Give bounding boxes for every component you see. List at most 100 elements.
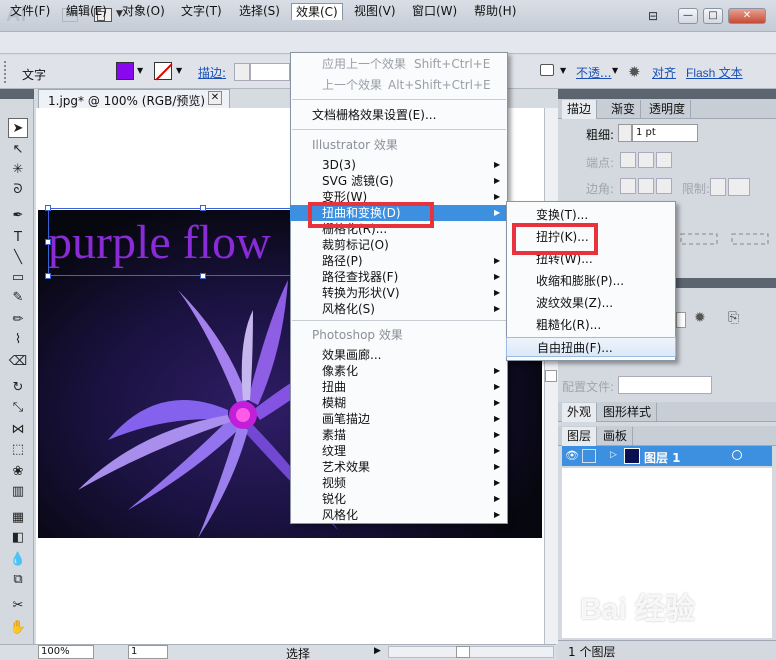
scrollbar-thumb[interactable]	[456, 646, 470, 658]
artboard-number-input[interactable]: 1	[128, 645, 168, 659]
pen-tool-icon[interactable]: ✒	[8, 206, 28, 226]
submenu-item-transform[interactable]: 变换(T)...	[506, 205, 676, 225]
menu-item-stylize-ps[interactable]: 风格化 ▶	[290, 507, 508, 523]
menu-item-apply-last-effect[interactable]: 应用上一个效果 Shift+Ctrl+E	[290, 56, 508, 72]
flash-text-link[interactable]: Flash 文本	[686, 64, 743, 81]
menu-item-sketch[interactable]: 素描 ▶	[290, 427, 508, 443]
magic-wand-tool-icon[interactable]: ✳	[8, 160, 28, 180]
menu-edit[interactable]: 编辑(E)	[62, 3, 111, 20]
gradient-tool-icon[interactable]: ◧	[8, 528, 28, 548]
submenu-item-roughen[interactable]: 粗糙化(R)...	[506, 315, 676, 335]
tab-layers[interactable]: 图层	[562, 427, 598, 446]
stroke-weight-stepper[interactable]	[234, 63, 250, 81]
type-tool-icon[interactable]: T	[8, 228, 28, 248]
resize-handle[interactable]	[45, 205, 51, 211]
horizontal-scrollbar[interactable]	[388, 646, 554, 658]
menu-select[interactable]: 选择(S)	[235, 3, 284, 20]
menu-item-texture[interactable]: 纹理 ▶	[290, 443, 508, 459]
new-item-icon[interactable]: ⎘	[728, 310, 739, 326]
minimize-button[interactable]: —	[678, 8, 698, 24]
chevron-down-icon[interactable]: ▼	[137, 66, 143, 75]
paintbrush-tool-icon[interactable]: ✎	[8, 288, 28, 308]
tab-gradient[interactable]: 渐变	[606, 100, 642, 119]
menu-item-3d[interactable]: 3D(3) ▶	[290, 157, 508, 173]
menu-item-crop-marks[interactable]: 裁剪标记(O)	[290, 237, 508, 253]
menu-item-sharpen[interactable]: 锐化 ▶	[290, 491, 508, 507]
scrollbar-thumb[interactable]	[545, 370, 557, 382]
pencil-tool-icon[interactable]: ✏	[8, 310, 28, 330]
submenu-item-free-distort[interactable]: 自由扭曲(F)...	[506, 337, 676, 357]
tab-stroke[interactable]: 描边	[562, 100, 598, 119]
width-tool-icon[interactable]: ⋈	[8, 420, 28, 440]
stroke-weight-input[interactable]	[250, 63, 290, 81]
menu-item-svg-filters[interactable]: SVG 滤镜(G) ▶	[290, 173, 508, 189]
layer-name[interactable]: 图层 1	[644, 449, 681, 466]
round-join-button[interactable]	[638, 178, 654, 194]
resize-handle[interactable]	[200, 273, 206, 279]
limit-input[interactable]	[728, 178, 750, 196]
weight-stepper[interactable]	[618, 124, 632, 142]
tools-panel-header[interactable]	[0, 89, 34, 99]
menu-item-artistic[interactable]: 艺术效果 ▶	[290, 459, 508, 475]
chevron-down-icon[interactable]: ▼	[560, 66, 566, 75]
gear-icon[interactable]: ✹	[628, 63, 641, 81]
menu-item-raster-settings[interactable]: 文档栅格效果设置(E)...	[290, 107, 508, 123]
stroke-link[interactable]: 描边:	[198, 64, 226, 81]
resize-handle[interactable]	[200, 205, 206, 211]
miter-join-button[interactable]	[620, 178, 636, 194]
close-icon[interactable]: ✕	[208, 91, 222, 105]
menu-item-video[interactable]: 视频 ▶	[290, 475, 508, 491]
menu-view[interactable]: 视图(V)	[350, 3, 400, 20]
maximize-button[interactable]: □	[703, 8, 723, 24]
resize-handle[interactable]	[45, 273, 51, 279]
eraser-tool-icon[interactable]: ⌫	[8, 352, 28, 372]
tab-graphic-styles[interactable]: 图形样式	[598, 403, 658, 422]
menu-file[interactable]: 文件(F)	[6, 3, 54, 20]
slice-tool-icon[interactable]: ✂	[8, 596, 28, 616]
menu-item-stylize[interactable]: 风格化(S) ▶	[290, 301, 508, 317]
menu-item-pathfinder[interactable]: 路径查找器(F) ▶	[290, 269, 508, 285]
line-tool-icon[interactable]: ╲	[8, 248, 28, 268]
menu-help[interactable]: 帮助(H)	[470, 3, 520, 20]
tab-artboards[interactable]: 画板	[598, 427, 634, 446]
menu-item-path[interactable]: 路径(P) ▶	[290, 253, 508, 269]
scale-tool-icon[interactable]: ⤡	[8, 398, 28, 418]
menu-object[interactable]: 对象(O)	[118, 3, 169, 20]
rectangle-tool-icon[interactable]: ▭	[8, 268, 28, 288]
close-button[interactable]: ✕	[728, 8, 766, 24]
fill-color-swatch[interactable]	[116, 62, 134, 80]
direct-selection-tool-icon[interactable]: ↖	[8, 140, 28, 160]
free-transform-tool-icon[interactable]: ⬚	[8, 440, 28, 460]
submenu-item-pucker-bloat[interactable]: 收缩和膨胀(P)...	[506, 271, 676, 291]
resize-handle[interactable]	[45, 239, 51, 245]
hand-tool-icon[interactable]: ✋	[8, 618, 28, 638]
chevron-right-icon[interactable]: ▷	[610, 450, 617, 460]
profile-select[interactable]	[618, 376, 712, 394]
eye-icon[interactable]: 👁	[565, 449, 579, 462]
menu-window[interactable]: 窗口(W)	[408, 3, 461, 20]
menu-item-last-effect[interactable]: 上一个效果 Alt+Shift+Ctrl+E	[290, 77, 508, 93]
selection-tool-icon[interactable]: ➤	[8, 118, 28, 138]
blob-brush-tool-icon[interactable]: ⌇	[8, 330, 28, 350]
round-cap-button[interactable]	[638, 152, 654, 168]
grip-handle[interactable]	[4, 61, 10, 83]
panel-dock-header[interactable]	[558, 89, 776, 99]
menu-effect[interactable]: 效果(C)	[291, 3, 343, 20]
brush-definition-icon[interactable]	[540, 64, 554, 76]
tab-transparency[interactable]: 透明度	[644, 100, 692, 119]
chevron-down-icon[interactable]: ▼	[612, 66, 618, 75]
butt-cap-button[interactable]	[620, 152, 636, 168]
blend-tool-icon[interactable]: ⧉	[8, 570, 28, 590]
gear-icon[interactable]: ✹	[694, 310, 706, 326]
weight-select[interactable]: 1 pt	[632, 124, 698, 142]
stroke-color-swatch[interactable]	[154, 62, 172, 80]
rotate-tool-icon[interactable]: ↻	[8, 378, 28, 398]
column-graph-tool-icon[interactable]: ▥	[8, 482, 28, 502]
lock-toggle[interactable]	[582, 449, 596, 463]
mesh-tool-icon[interactable]: ▦	[8, 508, 28, 528]
play-icon[interactable]: ▶	[374, 646, 381, 656]
menu-item-blur[interactable]: 模糊 ▶	[290, 395, 508, 411]
lasso-tool-icon[interactable]: ᘐ	[8, 180, 28, 200]
tab-appearance[interactable]: 外观	[562, 403, 598, 422]
menu-item-convert-to-shape[interactable]: 转换为形状(V) ▶	[290, 285, 508, 301]
